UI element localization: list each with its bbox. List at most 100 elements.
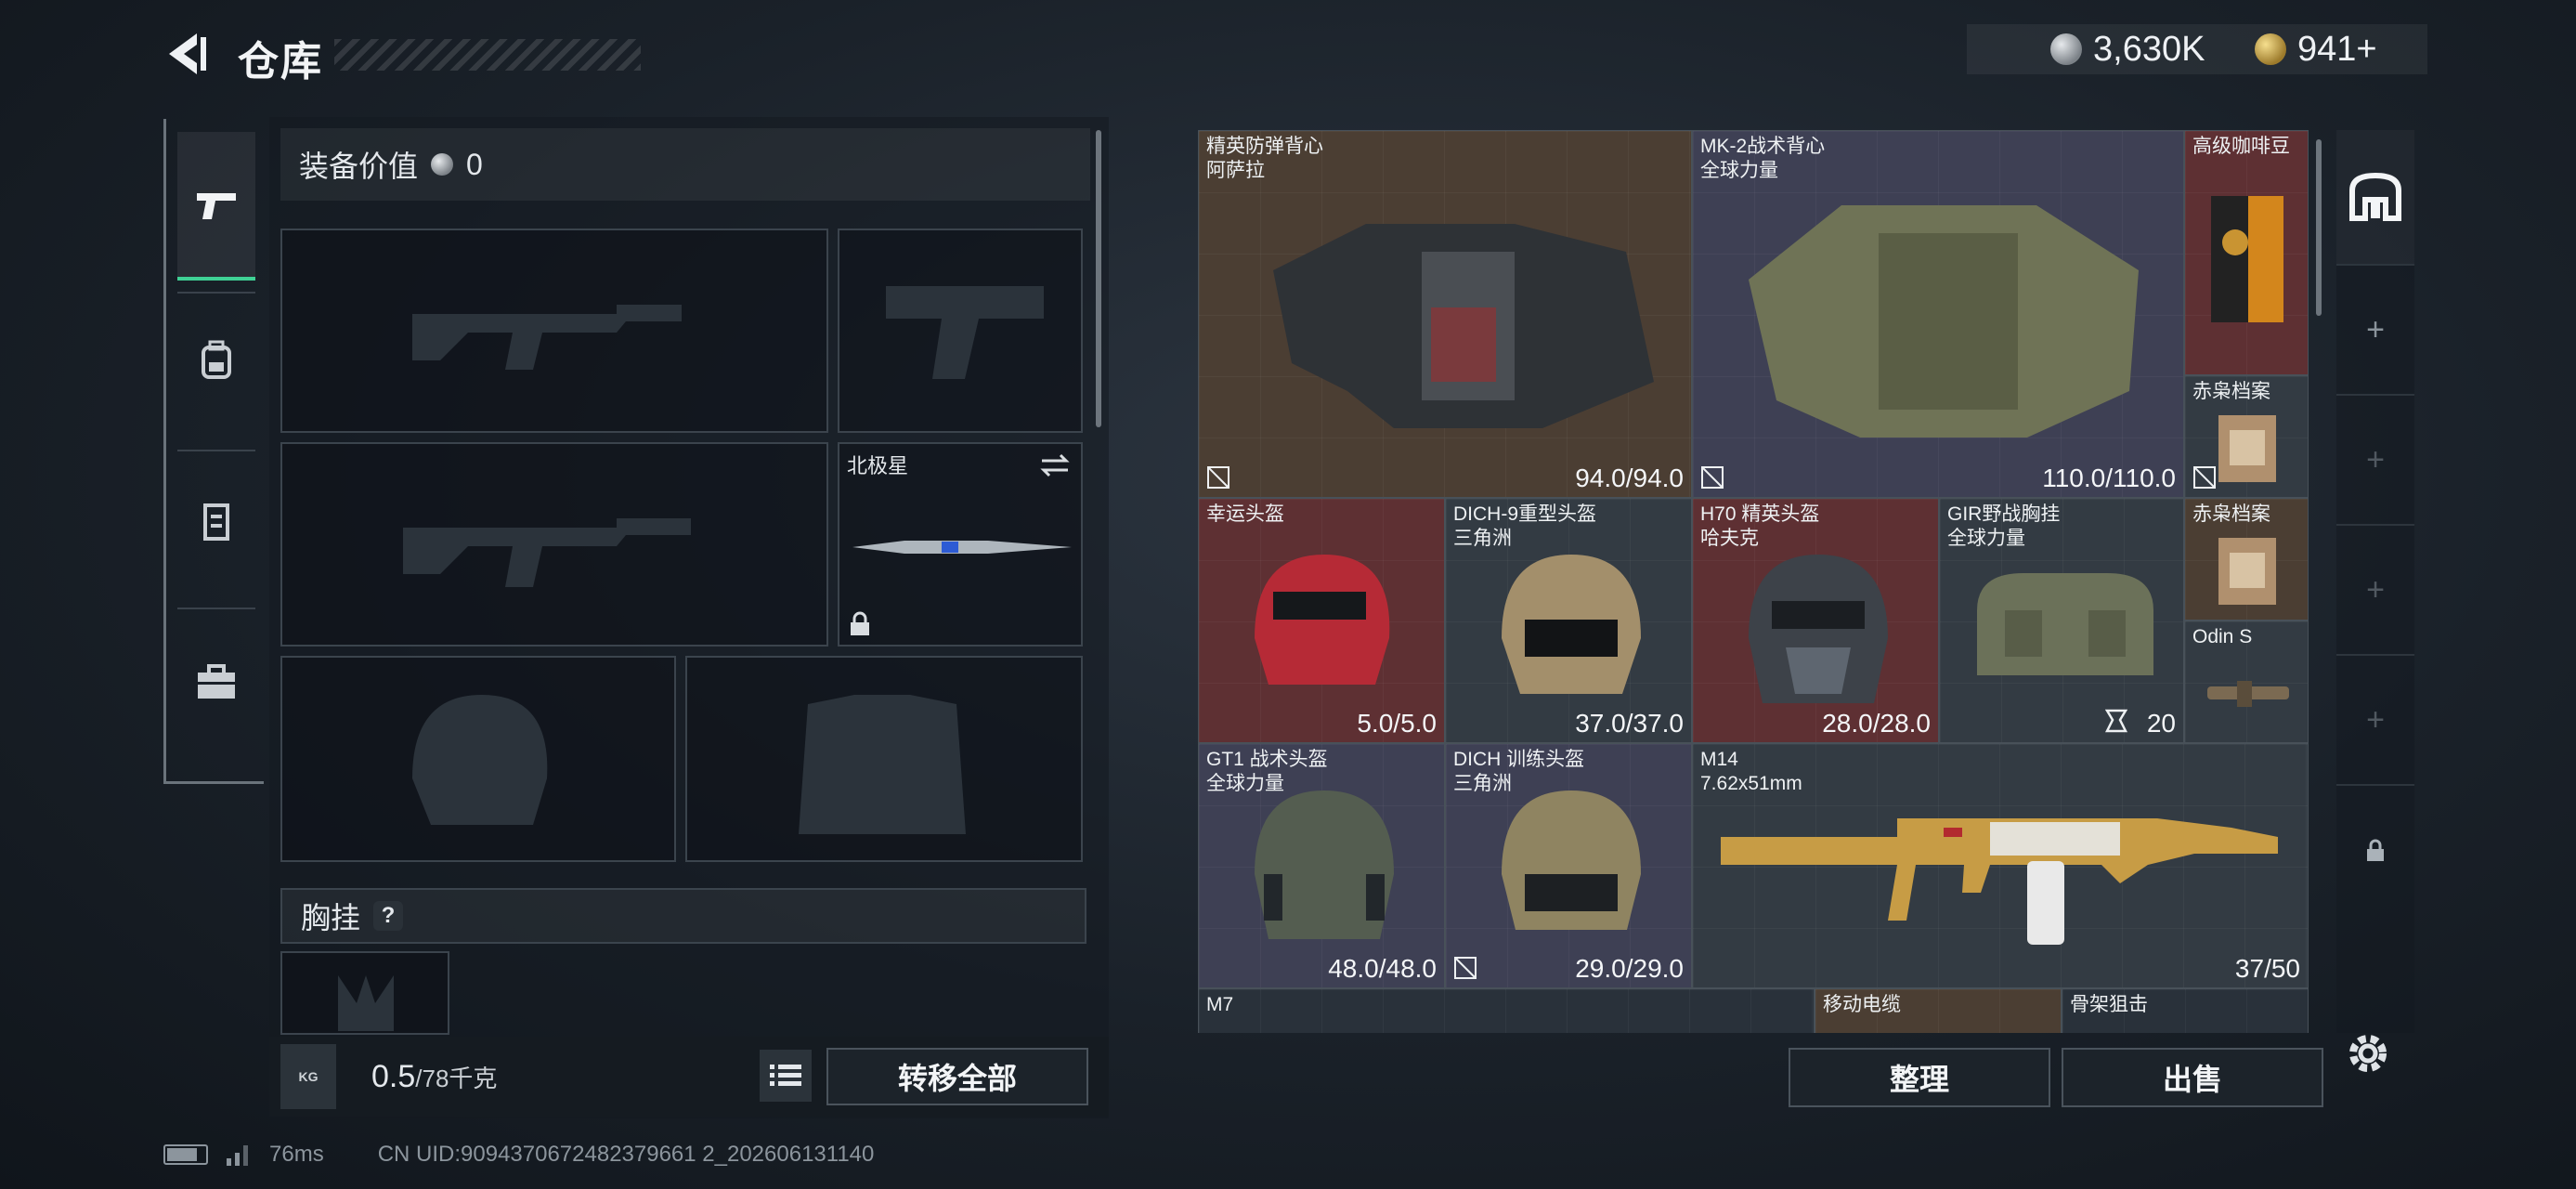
primary-weapon-slot[interactable] xyxy=(280,229,828,433)
document-bag-icon xyxy=(2218,415,2276,482)
plus-icon: + xyxy=(2366,701,2385,738)
helmet-icon xyxy=(1502,555,1641,694)
stash-tab-add-3[interactable]: + xyxy=(2336,526,2414,656)
ping-value: 76ms xyxy=(269,1142,324,1167)
stash-tab-add-2[interactable]: + xyxy=(2336,396,2414,526)
marked-icon xyxy=(1207,466,1229,489)
item-durability: 110.0/110.0 xyxy=(2042,464,2176,492)
nav-divider xyxy=(177,292,255,294)
equipment-scrollbar[interactable] xyxy=(1096,130,1101,427)
item-name: M7 xyxy=(1206,994,1234,1015)
item-durability: 29.0/29.0 xyxy=(1575,954,1684,983)
vest-icon xyxy=(203,503,229,541)
item-durability: 37.0/37.0 xyxy=(1575,709,1684,738)
sell-button[interactable]: 出售 xyxy=(2062,1048,2323,1107)
organize-button[interactable]: 整理 xyxy=(1789,1048,2050,1107)
rifle-silhouette-icon xyxy=(412,305,682,370)
plus-icon: + xyxy=(2366,571,2385,608)
item-name: H70 精英头盔 哈夫克 xyxy=(1700,503,1820,549)
left-category-nav xyxy=(163,119,264,784)
weight-current: 0.5 xyxy=(371,1059,416,1094)
stash-item-mobile-cable[interactable]: 移动电缆 xyxy=(1815,988,2062,1033)
weight-icon: KG xyxy=(280,1044,336,1109)
item-name: 移动电缆 xyxy=(1823,994,1901,1015)
gold-amount: 941+ xyxy=(2297,29,2377,69)
melee-name: 北极星 xyxy=(847,454,909,477)
stash-item-mk2-vest[interactable]: MK-2战术背心 全球力量 110.0/110.0 xyxy=(1692,130,2184,498)
stash-item-coffee[interactable]: 高级咖啡豆 xyxy=(2184,130,2309,375)
marked-icon xyxy=(2193,466,2216,489)
silver-amount: 3,630K xyxy=(2093,29,2205,69)
swap-icon[interactable] xyxy=(1038,451,1072,479)
stash-item-owl-file-2[interactable]: 赤枭档案 xyxy=(2184,498,2309,621)
pistol-slot[interactable] xyxy=(838,229,1083,433)
status-footer: 76ms CN UID:9094370672482379661 2_202606… xyxy=(163,1141,874,1169)
item-durability: 28.0/28.0 xyxy=(1822,709,1931,738)
stash-item-gt1-helmet[interactable]: GT1 战术头盔 全球力量 48.0/48.0 xyxy=(1198,743,1445,988)
item-name: Odin S xyxy=(2192,626,2253,647)
stash-item-owl-file-1[interactable]: 赤枭档案 xyxy=(2184,375,2309,498)
uid-text: CN UID:9094370672482379661 2_20260613114… xyxy=(377,1142,875,1167)
marked-icon xyxy=(1701,466,1724,489)
stash-item-odin-scope[interactable]: Odin S xyxy=(2184,621,2309,743)
secondary-weapon-slot[interactable] xyxy=(280,442,828,647)
transfer-all-button[interactable]: 转移全部 xyxy=(826,1048,1088,1105)
helmet-icon xyxy=(1502,790,1641,930)
stash-item-h70-helmet[interactable]: H70 精英头盔 哈夫克 28.0/28.0 xyxy=(1692,498,1939,743)
armor-slot[interactable] xyxy=(685,656,1083,862)
nav-case[interactable] xyxy=(177,617,255,747)
stash-item-skeleton-sniper[interactable]: 骨架狙击 xyxy=(2062,988,2309,1033)
equipment-value: 0 xyxy=(466,147,483,181)
knife-icon xyxy=(852,541,1072,554)
stash-item-dich-train-helmet[interactable]: DICH 训练头盔 三角洲 29.0/29.0 xyxy=(1445,743,1692,988)
item-durability: 94.0/94.0 xyxy=(1575,464,1684,492)
chest-rig-silhouette-icon xyxy=(338,975,394,1031)
gold-currency[interactable]: 941+ xyxy=(2255,26,2377,72)
stash-item-dich9-helmet[interactable]: DICH-9重型头盔 三角洲 37.0/37.0 xyxy=(1445,498,1692,743)
chest-rig-slot[interactable] xyxy=(280,951,449,1035)
stash-item-elite-vest[interactable]: 精英防弹背心 阿萨拉 94.0/94.0 xyxy=(1198,130,1692,498)
helmet-icon xyxy=(1255,555,1390,685)
melee-slot[interactable]: 北极星 xyxy=(838,442,1083,647)
kg-label: KG xyxy=(298,1069,319,1084)
armor-vest-icon xyxy=(1749,205,2139,438)
coffee-bag-icon xyxy=(2211,196,2283,322)
nav-vest[interactable] xyxy=(177,457,255,587)
stash-tab-main[interactable] xyxy=(2336,130,2414,266)
lock-icon xyxy=(2367,839,2384,861)
weight-max: /78千克 xyxy=(415,1065,498,1092)
gold-coin-icon xyxy=(2255,33,2286,65)
settings-button[interactable] xyxy=(2342,1027,2394,1079)
stash-tab-add-4[interactable]: + xyxy=(2336,656,2414,786)
capacity-icon xyxy=(2105,709,2127,733)
silver-currency: 3,630K xyxy=(2050,26,2205,72)
help-icon[interactable]: ? xyxy=(373,901,404,931)
item-durability: 48.0/48.0 xyxy=(1328,954,1437,983)
signal-icon xyxy=(227,1145,248,1166)
silver-coin-icon xyxy=(2050,33,2082,65)
helmet-icon xyxy=(1749,555,1888,703)
stash-grid: 精英防弹背心 阿萨拉 94.0/94.0 MK-2战术背心 全球力量 110.0/1… xyxy=(1198,130,2309,1033)
back-arrow-icon[interactable] xyxy=(160,28,215,80)
weight-readout: 0.5/78千克 xyxy=(371,1059,497,1095)
pistol-icon xyxy=(197,193,236,219)
item-name: 精英防弹背心 阿萨拉 xyxy=(1206,136,1323,181)
backpack-icon xyxy=(202,340,231,379)
stash-item-m14-rifle[interactable]: M14 7.62x51mm 37/50 xyxy=(1692,743,2309,988)
briefcase-icon xyxy=(198,664,235,699)
stash-item-m7-rifle[interactable]: M7 xyxy=(1198,988,1815,1033)
stash-tab-locked[interactable] xyxy=(2336,786,2414,916)
helmet-slot[interactable] xyxy=(280,656,676,862)
stash-item-gir-rig[interactable]: GIR野战胸挂 全球力量 20 xyxy=(1939,498,2184,743)
stash-tab-add-1[interactable]: + xyxy=(2336,266,2414,396)
item-name: GIR野战胸挂 全球力量 xyxy=(1947,503,2061,549)
nav-backpack[interactable] xyxy=(177,295,255,425)
battery-icon xyxy=(163,1144,208,1165)
stash-item-lucky-helmet[interactable]: 幸运头盔 5.0/5.0 xyxy=(1198,498,1445,743)
stash-scrollbar[interactable] xyxy=(2316,139,2322,316)
armor-vest-icon xyxy=(1273,224,1654,428)
item-name: 骨架狙击 xyxy=(2070,994,2148,1015)
list-view-button[interactable] xyxy=(760,1050,812,1102)
nav-weapons[interactable] xyxy=(177,132,255,281)
chest-rig-label: 胸挂 xyxy=(301,901,361,934)
